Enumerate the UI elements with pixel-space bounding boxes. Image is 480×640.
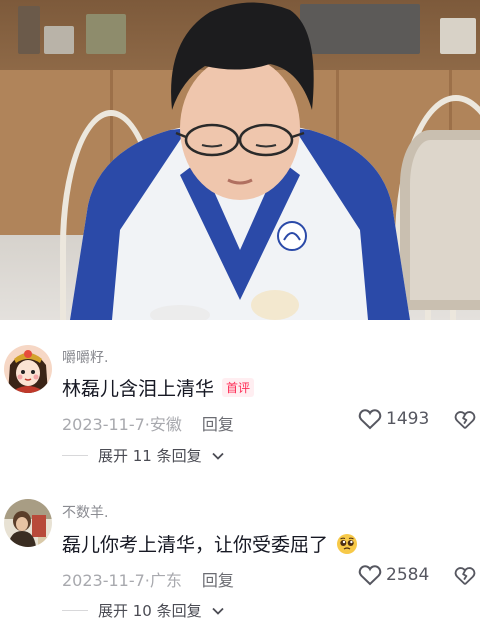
expand-replies-button[interactable]: 展开 11 条回复 [62, 445, 224, 466]
broken-heart-icon [454, 411, 476, 429]
comment-item: 不数羊. 磊儿你考上清华，让你受委屈了 2023-11-7·广东 回复 2584… [0, 480, 480, 640]
comment-date-location: 2023-11-7·安徽 [62, 415, 182, 434]
dislike-button[interactable] [454, 409, 476, 435]
pleading-face-icon [337, 533, 358, 554]
comment-text: 磊儿你考上清华，让你受委屈了 [62, 534, 329, 556]
comment-date-location: 2023-11-7·广东 [62, 571, 182, 590]
username[interactable]: 嚼嚼籽. [62, 347, 108, 367]
heart-outline-icon [358, 409, 382, 430]
divider-line [62, 455, 88, 456]
like-button[interactable]: 2584 [358, 564, 429, 586]
comment-body: 林磊儿含泪上清华 首评 [62, 374, 255, 401]
comment-item: 嚼嚼籽. 林磊儿含泪上清华 首评 2023-11-7·安徽 回复 1493 展开… [0, 320, 480, 480]
student-figure [70, 2, 410, 320]
first-comment-badge: 首评 [222, 378, 255, 397]
video-frame[interactable] [0, 0, 480, 320]
divider-line [62, 610, 88, 611]
username[interactable]: 不数羊. [62, 502, 108, 522]
dislike-button[interactable] [454, 565, 476, 591]
broken-heart-icon [454, 567, 476, 585]
avatar[interactable] [4, 499, 52, 547]
chevron-down-icon [211, 607, 224, 615]
heart-outline-icon [358, 565, 382, 586]
like-count: 2584 [386, 565, 430, 585]
like-count: 1493 [386, 409, 430, 429]
reply-button[interactable]: 回复 [202, 411, 234, 435]
expand-replies-label: 展开 10 条回复 [98, 602, 202, 620]
expand-replies-label: 展开 11 条回复 [98, 447, 202, 465]
avatar[interactable] [4, 345, 52, 393]
reply-button[interactable]: 回复 [202, 567, 234, 591]
comment-text: 林磊儿含泪上清华 [62, 378, 215, 400]
expand-replies-button[interactable]: 展开 10 条回复 [62, 600, 224, 621]
chevron-down-icon [211, 452, 224, 460]
comment-meta: 2023-11-7·广东 回复 [62, 567, 234, 591]
comment-meta: 2023-11-7·安徽 回复 [62, 411, 234, 435]
like-button[interactable]: 1493 [358, 408, 429, 430]
comment-body: 磊儿你考上清华，让你受委屈了 [62, 530, 358, 557]
